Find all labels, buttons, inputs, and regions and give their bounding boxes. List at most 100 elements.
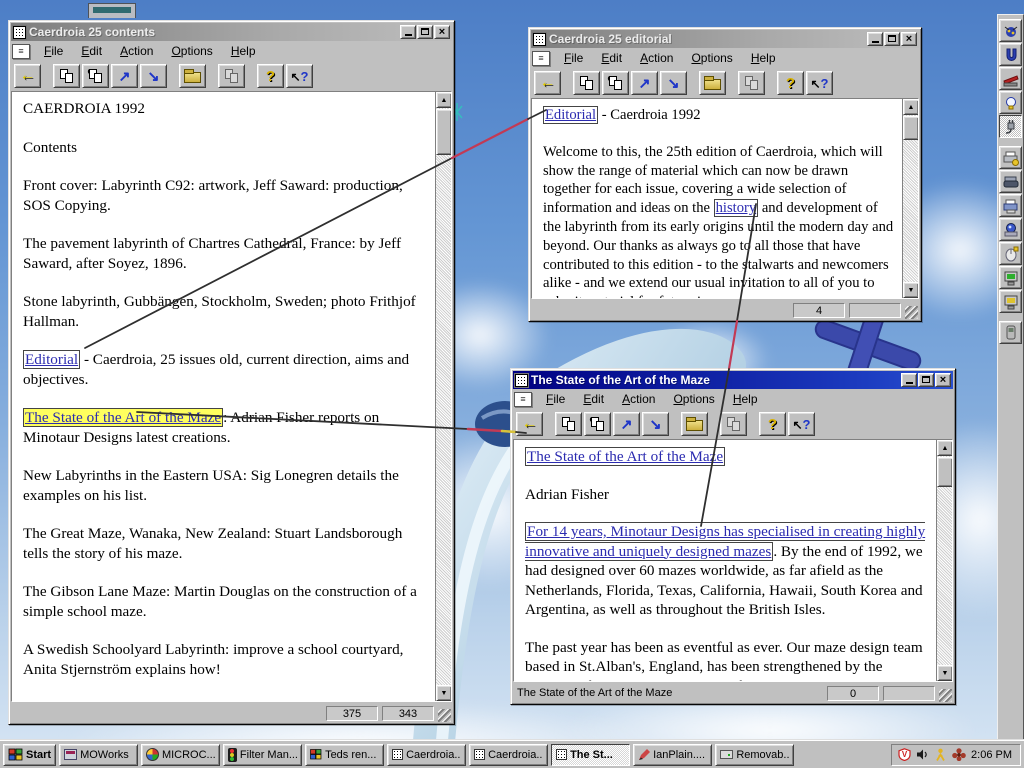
menu-edit[interactable]: Edit bbox=[73, 42, 110, 60]
menu-edit[interactable]: Edit bbox=[575, 390, 612, 408]
coil-tool-button[interactable] bbox=[999, 43, 1022, 66]
titlebar[interactable]: Caerdroia 25 contents × bbox=[11, 23, 452, 41]
titlebar[interactable]: Caerdroia 25 editorial × bbox=[531, 30, 919, 48]
titlebar[interactable]: The State of the Art of the Maze × bbox=[513, 371, 953, 389]
scroll-thumb[interactable] bbox=[436, 109, 451, 155]
close-button[interactable]: × bbox=[434, 25, 450, 39]
task-the-state[interactable]: The St... bbox=[551, 743, 631, 766]
plug-tool-button[interactable] bbox=[999, 115, 1022, 138]
task-filter-manager[interactable]: Filter Man... bbox=[223, 743, 303, 766]
antivirus-shield-icon[interactable]: V bbox=[898, 748, 911, 761]
menu-help[interactable]: Help bbox=[223, 42, 264, 60]
menu-edit[interactable]: Edit bbox=[593, 49, 630, 67]
copy-button[interactable] bbox=[218, 64, 245, 88]
volume-icon[interactable] bbox=[916, 748, 929, 761]
editorial-link[interactable]: Editorial bbox=[543, 106, 599, 124]
app-icon[interactable]: ≡ bbox=[12, 43, 30, 59]
state-of-art-link[interactable]: The State of the Art of the Maze bbox=[23, 408, 224, 427]
menu-options[interactable]: Options bbox=[683, 49, 740, 67]
menu-action[interactable]: Action bbox=[632, 49, 681, 67]
minimize-button[interactable] bbox=[901, 373, 917, 387]
lamp-tool-button[interactable] bbox=[999, 91, 1022, 114]
task-moworks[interactable]: MOWorks bbox=[59, 743, 139, 766]
copy-button[interactable] bbox=[738, 71, 765, 95]
scroll-thumb[interactable] bbox=[903, 116, 918, 140]
bug-tool-button[interactable] bbox=[999, 19, 1022, 42]
flower-tray-icon[interactable] bbox=[952, 748, 966, 761]
camera-tool-button[interactable] bbox=[999, 218, 1022, 241]
link-back-button[interactable]: ↗ bbox=[631, 71, 658, 95]
paste-page-button[interactable]: o bbox=[584, 412, 611, 436]
print-money-tool-button[interactable] bbox=[999, 146, 1022, 169]
resize-grip[interactable] bbox=[438, 709, 451, 722]
minimize-button[interactable] bbox=[400, 25, 416, 39]
printer-tool-button[interactable] bbox=[999, 194, 1022, 217]
vertical-scrollbar[interactable]: ▲ ▼ bbox=[936, 440, 952, 681]
context-help-button[interactable]: ↖? bbox=[806, 71, 833, 95]
terminal-yellow-tool-button[interactable] bbox=[999, 290, 1022, 313]
context-help-button[interactable]: ↖? bbox=[788, 412, 815, 436]
copy-page-button[interactable] bbox=[573, 71, 600, 95]
menu-file[interactable]: File bbox=[36, 42, 71, 60]
vertical-scrollbar[interactable]: ▲ ▼ bbox=[435, 92, 451, 701]
task-microc[interactable]: MICROC... bbox=[141, 743, 221, 766]
copy-button[interactable] bbox=[720, 412, 747, 436]
scroll-down-button[interactable]: ▼ bbox=[937, 665, 952, 681]
menu-options[interactable]: Options bbox=[163, 42, 220, 60]
terminal-green-tool-button[interactable] bbox=[999, 266, 1022, 289]
help-button[interactable]: ? bbox=[759, 412, 786, 436]
messenger-icon[interactable] bbox=[934, 748, 947, 761]
resize-grip[interactable] bbox=[905, 306, 918, 319]
menu-options[interactable]: Options bbox=[665, 390, 722, 408]
scroll-up-button[interactable]: ▲ bbox=[903, 99, 918, 115]
link-back-button[interactable]: ↗ bbox=[613, 412, 640, 436]
app-icon[interactable]: ≡ bbox=[514, 391, 532, 407]
scroll-thumb[interactable] bbox=[937, 457, 952, 487]
help-button[interactable]: ? bbox=[777, 71, 804, 95]
exit-button[interactable]: ← bbox=[516, 412, 543, 436]
link-back-button[interactable]: ↗ bbox=[111, 64, 138, 88]
help-button[interactable]: ? bbox=[257, 64, 284, 88]
history-link[interactable]: history bbox=[713, 199, 759, 218]
resize-grip[interactable] bbox=[939, 689, 952, 702]
task-caerdroia-2[interactable]: Caerdroia... bbox=[469, 743, 549, 766]
maximize-button[interactable] bbox=[918, 373, 934, 387]
task-ianplain[interactable]: IanPlain.... bbox=[633, 743, 713, 766]
context-help-button[interactable]: ↖? bbox=[286, 64, 313, 88]
link-forward-button[interactable]: ↘ bbox=[642, 412, 669, 436]
copy-page-button[interactable] bbox=[555, 412, 582, 436]
menu-help[interactable]: Help bbox=[725, 390, 766, 408]
paste-page-button[interactable]: o bbox=[82, 64, 109, 88]
minimize-button[interactable] bbox=[867, 32, 883, 46]
state-heading-link[interactable]: The State of the Art of the Maze bbox=[525, 447, 726, 466]
link-forward-button[interactable]: ↘ bbox=[660, 71, 687, 95]
menu-file[interactable]: File bbox=[556, 49, 591, 67]
handheld-tool-button[interactable] bbox=[999, 321, 1022, 344]
open-folder-button[interactable] bbox=[179, 64, 206, 88]
exit-button[interactable]: ← bbox=[14, 64, 41, 88]
mouse-tool-button[interactable] bbox=[999, 242, 1022, 265]
vertical-scrollbar[interactable]: ▲ ▼ bbox=[902, 99, 918, 298]
task-teds[interactable]: Teds ren... bbox=[305, 743, 385, 766]
link-forward-button[interactable]: ↘ bbox=[140, 64, 167, 88]
editorial-link[interactable]: Editorial bbox=[23, 350, 81, 369]
menu-action[interactable]: Action bbox=[112, 42, 161, 60]
task-caerdroia-1[interactable]: Caerdroia... bbox=[387, 743, 467, 766]
scroll-up-button[interactable]: ▲ bbox=[937, 440, 952, 456]
menu-action[interactable]: Action bbox=[614, 390, 663, 408]
exit-button[interactable]: ← bbox=[534, 71, 561, 95]
scroll-down-button[interactable]: ▼ bbox=[436, 685, 451, 701]
maximize-button[interactable] bbox=[417, 25, 433, 39]
stapler-tool-button[interactable] bbox=[999, 67, 1022, 90]
menu-file[interactable]: File bbox=[538, 390, 573, 408]
app-icon[interactable]: ≡ bbox=[532, 50, 550, 66]
copy-page-button[interactable] bbox=[53, 64, 80, 88]
open-folder-button[interactable] bbox=[699, 71, 726, 95]
maximize-button[interactable] bbox=[884, 32, 900, 46]
desktop-icon-partial[interactable] bbox=[88, 3, 136, 18]
close-button[interactable]: × bbox=[901, 32, 917, 46]
clock[interactable]: 2:06 PM bbox=[971, 749, 1012, 761]
open-folder-button[interactable] bbox=[681, 412, 708, 436]
scanner-tool-button[interactable] bbox=[999, 170, 1022, 193]
start-button[interactable]: Start bbox=[3, 743, 57, 766]
